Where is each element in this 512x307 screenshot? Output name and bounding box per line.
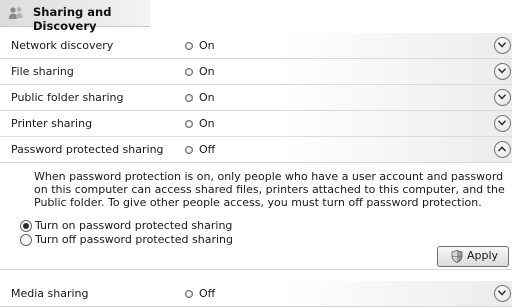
row-media-sharing[interactable]: Media sharing Off bbox=[0, 281, 512, 307]
status-indicator-icon bbox=[185, 120, 193, 128]
row-status: Off bbox=[199, 143, 216, 156]
admin-shield-icon bbox=[451, 250, 463, 263]
password-protected-sharing-details: When password protection is on, only peo… bbox=[0, 164, 512, 270]
row-label: Network discovery bbox=[11, 39, 114, 52]
sharing-and-discovery-panel: Sharing and Discovery Network discovery … bbox=[0, 0, 512, 307]
row-printer-sharing[interactable]: Printer sharing On bbox=[0, 111, 512, 137]
radio-button-selected[interactable] bbox=[20, 220, 32, 232]
expand-chevron-down-icon[interactable] bbox=[494, 63, 511, 80]
section-header: Sharing and Discovery bbox=[0, 0, 150, 33]
row-password-protected-sharing[interactable]: Password protected sharing Off bbox=[0, 137, 512, 163]
section-title: Sharing and Discovery bbox=[33, 5, 112, 33]
expand-chevron-down-icon[interactable] bbox=[494, 89, 511, 106]
status-indicator-icon bbox=[185, 290, 193, 298]
row-public-folder-sharing[interactable]: Public folder sharing On bbox=[0, 85, 512, 111]
status-indicator-icon bbox=[185, 94, 193, 102]
status-indicator-icon bbox=[185, 68, 193, 76]
apply-button[interactable]: Apply bbox=[437, 246, 509, 267]
radio-button[interactable] bbox=[20, 234, 32, 246]
option-label: Turn on password protected sharing bbox=[35, 219, 233, 232]
row-status: On bbox=[199, 117, 215, 130]
row-label: Public folder sharing bbox=[11, 91, 124, 104]
apply-button-label: Apply bbox=[467, 249, 499, 262]
row-network-discovery[interactable]: Network discovery On bbox=[0, 33, 512, 59]
row-status: Off bbox=[199, 287, 216, 300]
row-status: On bbox=[199, 65, 215, 78]
row-status: On bbox=[199, 91, 215, 104]
row-status: On bbox=[199, 39, 215, 52]
collapse-chevron-up-icon[interactable] bbox=[494, 141, 511, 158]
row-label: Media sharing bbox=[11, 287, 89, 300]
expand-chevron-down-icon[interactable] bbox=[494, 285, 511, 302]
row-label: File sharing bbox=[11, 65, 74, 78]
status-indicator-icon bbox=[185, 42, 193, 50]
expand-chevron-down-icon[interactable] bbox=[494, 115, 511, 132]
expand-chevron-down-icon[interactable] bbox=[494, 37, 511, 54]
details-description: When password protection is on, only peo… bbox=[34, 170, 505, 209]
row-label: Password protected sharing bbox=[11, 143, 164, 156]
status-indicator-icon bbox=[185, 146, 193, 154]
option-label: Turn off password protected sharing bbox=[35, 233, 233, 246]
row-file-sharing[interactable]: File sharing On bbox=[0, 59, 512, 85]
row-label: Printer sharing bbox=[11, 117, 93, 130]
network-users-icon bbox=[8, 7, 23, 19]
